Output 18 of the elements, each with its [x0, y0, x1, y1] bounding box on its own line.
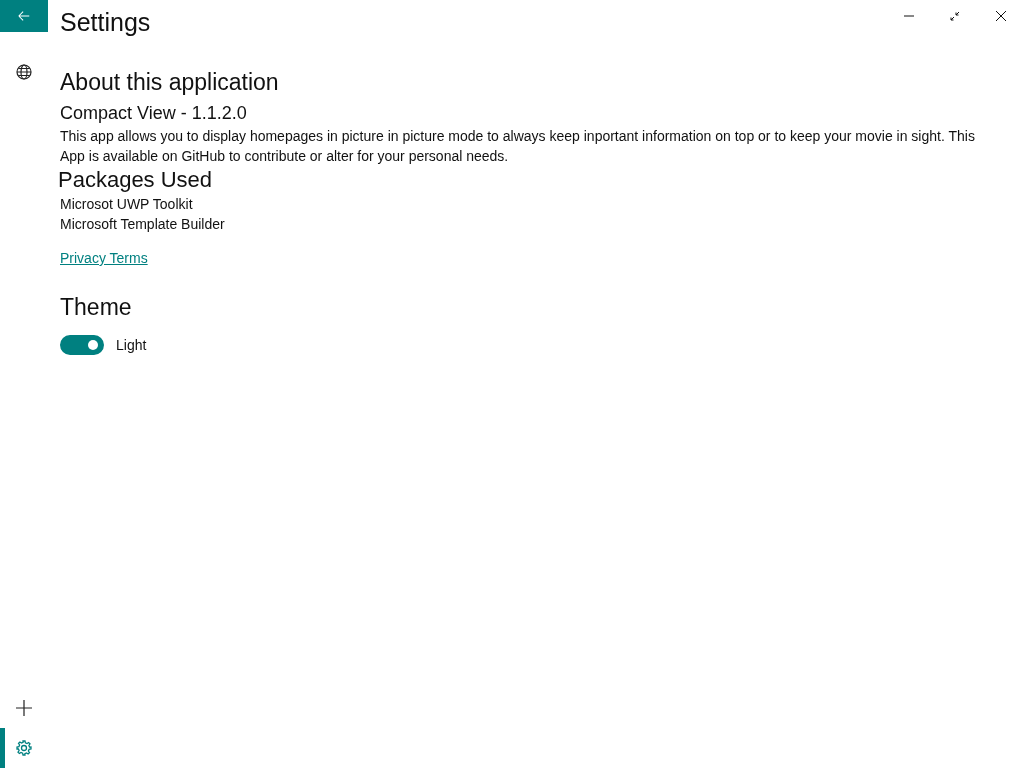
description: This app allows you to display homepages in picture in picture mode to always keep inportant information on top or to keep your movie in sight. This App is available on GitHub to contribute or alter for your personal needs. — [60, 127, 976, 166]
toggle-label: Light — [116, 337, 147, 353]
section-heading: About this application — [60, 68, 280, 96]
close-icon — [996, 11, 1006, 21]
settings-icon — [16, 740, 32, 756]
section-heading: Theme — [60, 293, 133, 321]
privacy-link[interactable]: Privacy Terms — [60, 250, 148, 266]
window-title: Settings — [60, 8, 151, 37]
package-name: Microsoft Template Builder — [60, 215, 226, 234]
globe-icon — [16, 64, 32, 80]
back-button[interactable] — [0, 0, 48, 32]
back-icon — [17, 8, 31, 24]
plus-icon — [16, 700, 32, 716]
package-name: Microsot UWP Toolkit — [60, 195, 194, 214]
toggle-switch[interactable] — [60, 335, 104, 355]
restore-icon — [950, 11, 960, 21]
section-heading: Packages Used — [58, 166, 214, 194]
app-name: Compact View - 1.1.2.0 — [60, 102, 248, 124]
